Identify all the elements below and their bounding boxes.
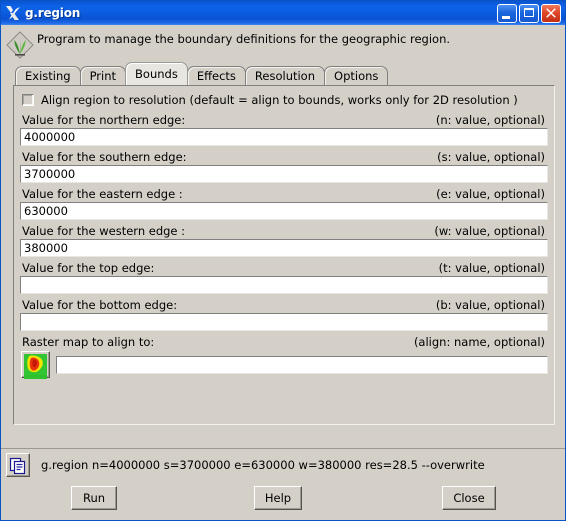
align-raster-input[interactable] [56, 355, 548, 374]
tab-strip: Existing Print Bounds Effects Resolution… [1, 61, 565, 85]
field-top-edge: Value for the top edge: (t: value, optio… [19, 259, 549, 294]
program-description: Program to manage the boundary definitio… [37, 32, 451, 46]
bottom-edge-hint: (b: value, optional) [435, 298, 545, 312]
southern-edge-label-row: Value for the southern edge: (s: value, … [19, 148, 549, 165]
bottom-edge-input[interactable] [20, 313, 548, 331]
bottom-edge-label: Value for the bottom edge: [22, 298, 178, 312]
program-description-row: Program to manage the boundary definitio… [1, 25, 565, 61]
top-edge-label-row: Value for the top edge: (t: value, optio… [19, 259, 549, 276]
field-western-edge: Value for the western edge : (w: value, … [19, 222, 549, 257]
close-button[interactable] [541, 3, 561, 23]
northern-edge-label-row: Value for the northern edge: (n: value, … [19, 111, 549, 128]
minimize-button[interactable] [497, 3, 517, 23]
close-dialog-button[interactable]: Close [442, 486, 496, 510]
eastern-edge-label-row: Value for the eastern edge : (e: value, … [19, 185, 549, 202]
western-edge-label: Value for the western edge : [22, 224, 186, 238]
raster-map-select-button[interactable] [21, 351, 50, 379]
command-text: g.region n=4000000 s=3700000 e=630000 w=… [41, 458, 485, 472]
x11-icon [4, 4, 22, 22]
eastern-edge-hint: (e: value, optional) [436, 187, 545, 201]
field-align-raster-map: Raster map to align to: (align: name, op… [19, 333, 549, 379]
align-raster-hint: (align: name, optional) [413, 335, 545, 349]
window-controls [497, 3, 563, 23]
field-southern-edge: Value for the southern edge: (s: value, … [19, 148, 549, 183]
southern-edge-input[interactable]: 3700000 [20, 165, 548, 183]
copy-command-button[interactable] [6, 453, 30, 477]
southern-edge-hint: (s: value, optional) [437, 150, 545, 164]
eastern-edge-input[interactable]: 630000 [20, 202, 548, 220]
field-northern-edge: Value for the northern edge: (n: value, … [19, 111, 549, 146]
top-edge-label: Value for the top edge: [22, 261, 155, 275]
northern-edge-input[interactable]: 4000000 [20, 128, 548, 146]
align-raster-row [19, 351, 549, 379]
window-title: g.region [25, 6, 81, 20]
field-eastern-edge: Value for the eastern edge : (e: value, … [19, 185, 549, 220]
tab-existing[interactable]: Existing [15, 66, 81, 85]
top-edge-hint: (t: value, optional) [438, 261, 545, 275]
align-region-checkbox[interactable] [22, 94, 34, 106]
g-region-window: g.region Program to manage the boundary … [0, 0, 566, 521]
copy-icon [9, 457, 26, 475]
tab-bounds[interactable]: Bounds [125, 62, 188, 85]
northern-edge-hint: (n: value, optional) [435, 113, 545, 127]
western-edge-input[interactable]: 380000 [20, 239, 548, 257]
bottom-edge-label-row: Value for the bottom edge: (b: value, op… [19, 296, 549, 313]
eastern-edge-label: Value for the eastern edge : [22, 187, 183, 201]
close-icon [542, 5, 560, 22]
align-raster-label-row: Raster map to align to: (align: name, op… [19, 333, 549, 350]
western-edge-label-row: Value for the western edge : (w: value, … [19, 222, 549, 239]
grass-gis-logo [4, 29, 36, 61]
tab-options[interactable]: Options [324, 66, 389, 85]
tab-resolution[interactable]: Resolution [244, 66, 326, 85]
run-button[interactable]: Run [71, 486, 117, 510]
align-region-label: Align region to resolution (default = al… [41, 93, 518, 107]
northern-edge-label: Value for the northern edge: [22, 113, 186, 127]
maximize-button[interactable] [519, 3, 539, 23]
raster-map-icon [24, 354, 47, 379]
command-bar: g.region n=4000000 s=3700000 e=630000 w=… [1, 448, 565, 520]
align-raster-label: Raster map to align to: [22, 335, 155, 349]
command-row: g.region n=4000000 s=3700000 e=630000 w=… [1, 449, 565, 479]
western-edge-hint: (w: value, optional) [434, 224, 545, 238]
help-button[interactable]: Help [254, 486, 302, 510]
field-bottom-edge: Value for the bottom edge: (b: value, op… [19, 296, 549, 331]
tab-print[interactable]: Print [79, 66, 127, 85]
top-edge-input[interactable] [20, 276, 548, 294]
bounds-panel: Align region to resolution (default = al… [13, 85, 555, 425]
dialog-button-row: Run Help Close [1, 485, 565, 511]
tab-effects[interactable]: Effects [186, 66, 246, 85]
align-region-checkbox-row[interactable]: Align region to resolution (default = al… [22, 92, 549, 108]
title-bar: g.region [1, 1, 565, 25]
southern-edge-label: Value for the southern edge: [22, 150, 187, 164]
